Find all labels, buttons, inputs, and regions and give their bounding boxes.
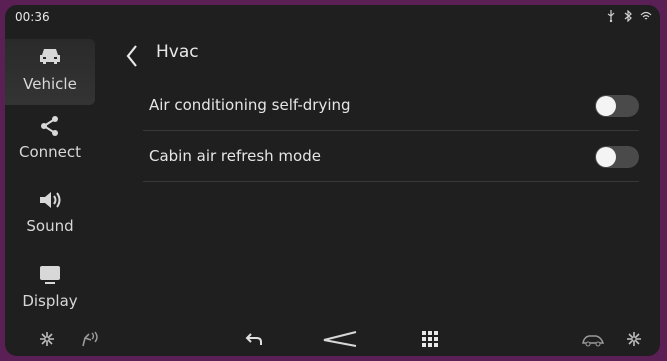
back-nav-button[interactable] [241,329,267,353]
bluetooth-icon [622,9,634,25]
sidebar: Vehicle Connect Sound Display [5,29,95,319]
fan-left-button[interactable] [35,329,59,353]
cabin-air-refresh-toggle[interactable] [595,146,639,168]
sidebar-item-label: Connect [18,143,82,161]
sidebar-item-connect[interactable]: Connect [5,115,95,175]
seat-airflow-icon [79,330,101,352]
car-defrost-icon [580,332,606,351]
toggle-knob [596,147,616,167]
chevron-left-icon [120,45,146,75]
fan-icon [626,331,642,351]
sidebar-item-vehicle[interactable]: Vehicle [5,39,95,105]
status-bar: 00:36 [5,5,660,29]
sidebar-item-display[interactable]: Display [5,264,95,324]
toggle-knob [596,96,616,116]
setting-label: Cabin air refresh mode [149,147,321,165]
sidebar-item-label: Sound [26,217,74,235]
fan-icon [39,331,55,351]
ac-self-drying-toggle[interactable] [595,95,639,117]
seat-airflow-button[interactable] [77,329,103,353]
setting-row-ac-self-drying: Air conditioning self-drying [143,80,639,131]
sidebar-item-label: Vehicle [23,75,77,93]
fan-right-button[interactable] [622,329,646,353]
sidebar-item-label: Display [22,292,78,310]
clock: 00:36 [15,10,50,24]
apps-button[interactable] [418,329,442,353]
home-button[interactable] [320,329,360,353]
bottom-bar [5,327,660,356]
wifi-icon [640,10,652,25]
back-arrow-icon [245,331,263,351]
setting-label: Air conditioning self-drying [149,96,351,114]
usb-icon [606,10,616,25]
sidebar-item-sound[interactable]: Sound [5,189,95,249]
status-icons [606,9,652,25]
screen: 00:36 Vehicle Connect Sound Display Hvac… [5,5,660,356]
page-title: Hvac [156,42,199,62]
monitor-icon [5,264,95,290]
back-button[interactable] [120,41,146,71]
setting-row-cabin-air-refresh: Cabin air refresh mode [143,131,639,182]
car-icon [5,39,95,73]
home-logo-icon [322,331,358,351]
speaker-icon [5,189,95,215]
share-icon [5,115,95,141]
car-defrost-button[interactable] [578,329,608,353]
apps-grid-icon [422,331,438,351]
